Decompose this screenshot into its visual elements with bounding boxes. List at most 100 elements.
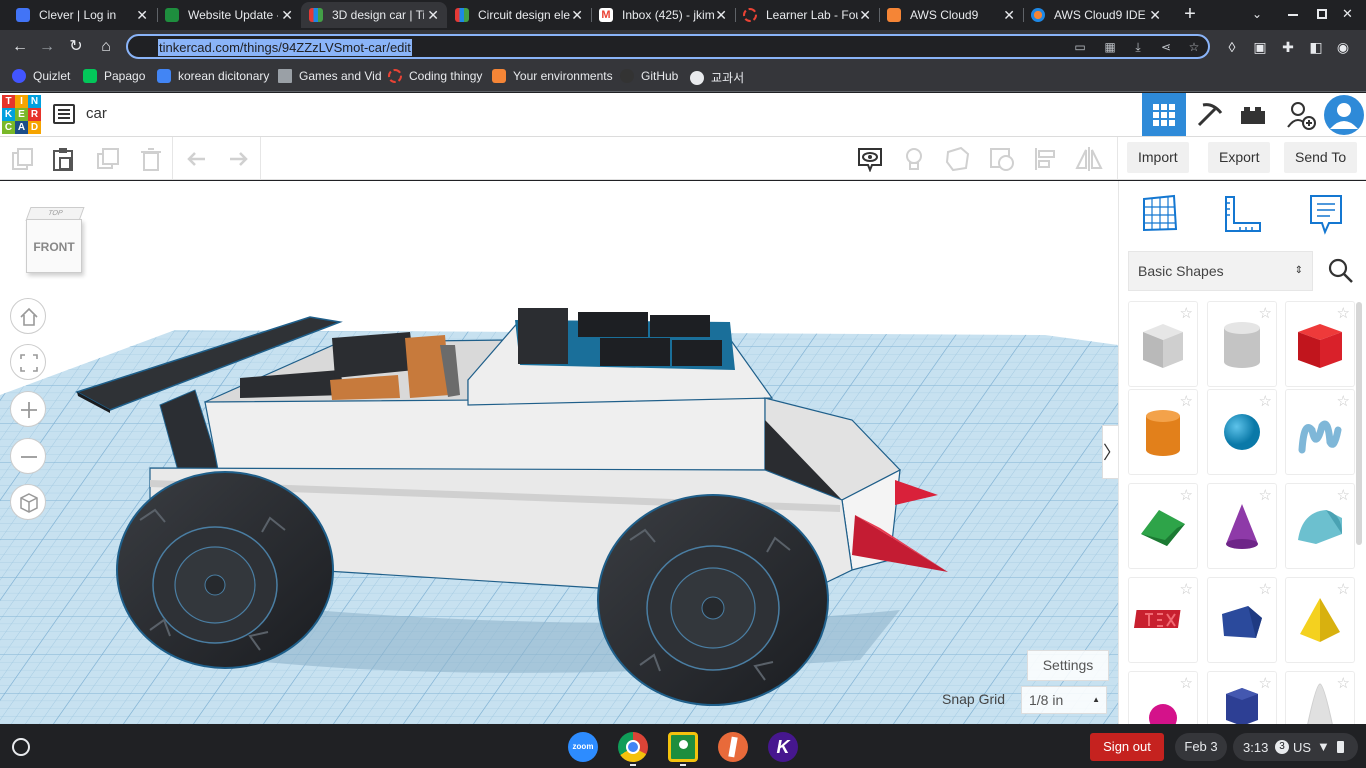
tinkercad-logo[interactable]: T I N K E R C A D bbox=[2, 95, 41, 134]
settings-button[interactable]: Settings bbox=[1027, 650, 1109, 681]
star-icon[interactable]: ☆ bbox=[1259, 674, 1272, 692]
shape-box-hole[interactable]: ☆ bbox=[1129, 302, 1197, 386]
light-button[interactable] bbox=[900, 145, 928, 173]
delete-button[interactable] bbox=[137, 145, 165, 173]
minimize-button[interactable] bbox=[1288, 14, 1298, 16]
shape-cylinder[interactable]: ☆ bbox=[1129, 390, 1197, 474]
minecraft-button[interactable] bbox=[1187, 93, 1231, 136]
tab-inbox[interactable]: M Inbox (425) - jkim ✕ bbox=[591, 2, 735, 28]
tab-search-icon[interactable]: ⌄ bbox=[1252, 5, 1266, 23]
workplane-tool[interactable] bbox=[1140, 193, 1180, 233]
shape-round-roof[interactable]: ☆ bbox=[1286, 484, 1354, 568]
tab-clever[interactable]: Clever | Log in ✕ bbox=[8, 2, 156, 28]
workplane-viewport[interactable]: TOP FRONT 〉 Settings Snap Grid 1/8 in ▲ bbox=[0, 181, 1118, 724]
view-cube[interactable]: TOP FRONT bbox=[24, 207, 85, 275]
paste-button[interactable] bbox=[49, 145, 77, 173]
puzzle-icon[interactable]: ✚ bbox=[1276, 35, 1300, 59]
profile-icon[interactable]: ◉ bbox=[1331, 35, 1355, 59]
zoom-icon[interactable]: zoom bbox=[568, 732, 598, 762]
hole-button[interactable] bbox=[988, 145, 1016, 173]
tab-aws-cloud9[interactable]: AWS Cloud9 ✕ bbox=[879, 2, 1023, 28]
star-icon[interactable]: ☆ bbox=[1180, 392, 1193, 410]
shape-hexagonal-prism[interactable]: ☆ bbox=[1208, 672, 1276, 724]
star-icon[interactable]: ☆ bbox=[1337, 486, 1350, 504]
tab-aws-cloud9-ide[interactable]: AWS Cloud9 IDE ✕ bbox=[1023, 2, 1169, 28]
shape-box[interactable]: ☆ bbox=[1286, 302, 1354, 386]
mirror-button[interactable] bbox=[1075, 145, 1103, 173]
star-icon[interactable]: ☆ bbox=[1259, 580, 1272, 598]
notes-button[interactable] bbox=[856, 145, 884, 173]
shape-polygon[interactable]: ☆ bbox=[1208, 578, 1276, 662]
star-icon[interactable]: ☆ bbox=[1337, 304, 1350, 322]
zoom-out-button[interactable] bbox=[10, 438, 46, 474]
invite-button[interactable] bbox=[1279, 93, 1323, 136]
launcher-button[interactable] bbox=[12, 738, 30, 756]
kahoot-icon[interactable]: K bbox=[768, 732, 798, 762]
tab-circuit-design[interactable]: Circuit design ele ✕ bbox=[447, 2, 591, 28]
bookmark-quizlet[interactable]: Quizlet bbox=[12, 69, 70, 83]
reload-button[interactable]: ↻ bbox=[64, 35, 88, 59]
sign-out-button[interactable]: Sign out bbox=[1090, 733, 1164, 761]
close-icon[interactable]: ✕ bbox=[281, 7, 293, 24]
close-icon[interactable]: ✕ bbox=[1003, 7, 1015, 24]
share-icon[interactable]: ⋖ bbox=[1158, 40, 1174, 54]
home-button[interactable]: ⌂ bbox=[94, 35, 118, 59]
cast-icon[interactable]: ▭ bbox=[1072, 40, 1088, 54]
url-text[interactable]: tinkercad.com/things/94ZZzLVSmot-car/edi… bbox=[158, 39, 412, 56]
send-to-button[interactable]: Send To bbox=[1284, 142, 1358, 173]
side-panel-icon[interactable]: ◧ bbox=[1304, 35, 1328, 59]
copy-button[interactable] bbox=[8, 145, 36, 173]
design-title[interactable]: car bbox=[86, 105, 107, 122]
install-icon[interactable]: ⤓ bbox=[1130, 40, 1146, 54]
restore-button[interactable] bbox=[1317, 9, 1327, 19]
panel-scrollbar[interactable] bbox=[1356, 302, 1362, 545]
bookmark-github[interactable]: GitHub bbox=[620, 69, 678, 83]
zoom-in-button[interactable] bbox=[10, 391, 46, 427]
tab-3d-design-car[interactable]: 3D design car | Ti ✕ bbox=[301, 2, 447, 28]
star-icon[interactable]: ☆ bbox=[1259, 304, 1272, 322]
shape-button[interactable] bbox=[944, 145, 972, 173]
date-pill[interactable]: Feb 3 bbox=[1175, 733, 1227, 761]
bookmark-textbook[interactable]: 교과서 bbox=[690, 69, 744, 86]
chrome-icon[interactable] bbox=[618, 732, 648, 762]
bookmark-star-icon[interactable]: ☆ bbox=[1186, 40, 1202, 54]
shape-roof[interactable]: ☆ bbox=[1129, 484, 1197, 568]
shape-text[interactable]: ☆ bbox=[1129, 578, 1197, 662]
3d-view-button[interactable] bbox=[1142, 93, 1186, 136]
shape-category-select[interactable]: Basic Shapes ⇕ bbox=[1128, 251, 1313, 291]
star-icon[interactable]: ☆ bbox=[1180, 304, 1193, 322]
design-list-icon[interactable] bbox=[53, 104, 75, 124]
bookmark-korean-dictionary[interactable]: korean dicitonary bbox=[157, 69, 269, 83]
bookmark-folder-games[interactable]: Games and Vid bbox=[278, 69, 382, 83]
home-view-button[interactable] bbox=[10, 298, 46, 334]
classroom-icon[interactable] bbox=[668, 732, 698, 762]
shield-icon[interactable]: ◊ bbox=[1220, 35, 1244, 59]
star-icon[interactable]: ☆ bbox=[1259, 392, 1272, 410]
view-cube-front[interactable]: FRONT bbox=[26, 219, 82, 273]
panel-collapse-button[interactable]: 〉 bbox=[1102, 425, 1118, 479]
forward-button[interactable]: → bbox=[35, 35, 59, 59]
extension-icon[interactable]: ▣ bbox=[1248, 35, 1272, 59]
close-icon[interactable]: ✕ bbox=[427, 7, 439, 24]
shape-half-sphere[interactable]: ☆ bbox=[1129, 672, 1197, 724]
redo-button[interactable] bbox=[224, 145, 252, 173]
close-icon[interactable]: ✕ bbox=[136, 7, 148, 24]
star-icon[interactable]: ☆ bbox=[1180, 486, 1193, 504]
export-button[interactable]: Export bbox=[1208, 142, 1271, 173]
status-tray[interactable]: 3:13 3 US ▼ bbox=[1233, 733, 1358, 761]
sketch-icon[interactable] bbox=[718, 732, 748, 762]
star-icon[interactable]: ☆ bbox=[1337, 392, 1350, 410]
close-window-button[interactable]: ✕ bbox=[1342, 5, 1356, 23]
shape-search-button[interactable] bbox=[1325, 255, 1357, 287]
3d-scene[interactable] bbox=[0, 181, 1118, 724]
align-button[interactable] bbox=[1032, 145, 1060, 173]
bookmark-papago[interactable]: Papago bbox=[83, 69, 145, 83]
duplicate-button[interactable] bbox=[94, 145, 122, 173]
star-icon[interactable]: ☆ bbox=[1259, 486, 1272, 504]
star-icon[interactable]: ☆ bbox=[1180, 674, 1193, 692]
close-icon[interactable]: ✕ bbox=[715, 7, 727, 24]
undo-button[interactable] bbox=[183, 145, 211, 173]
notes-tool[interactable] bbox=[1308, 193, 1344, 235]
snap-grid-select[interactable]: 1/8 in ▲ bbox=[1021, 686, 1107, 714]
star-icon[interactable]: ☆ bbox=[1337, 580, 1350, 598]
